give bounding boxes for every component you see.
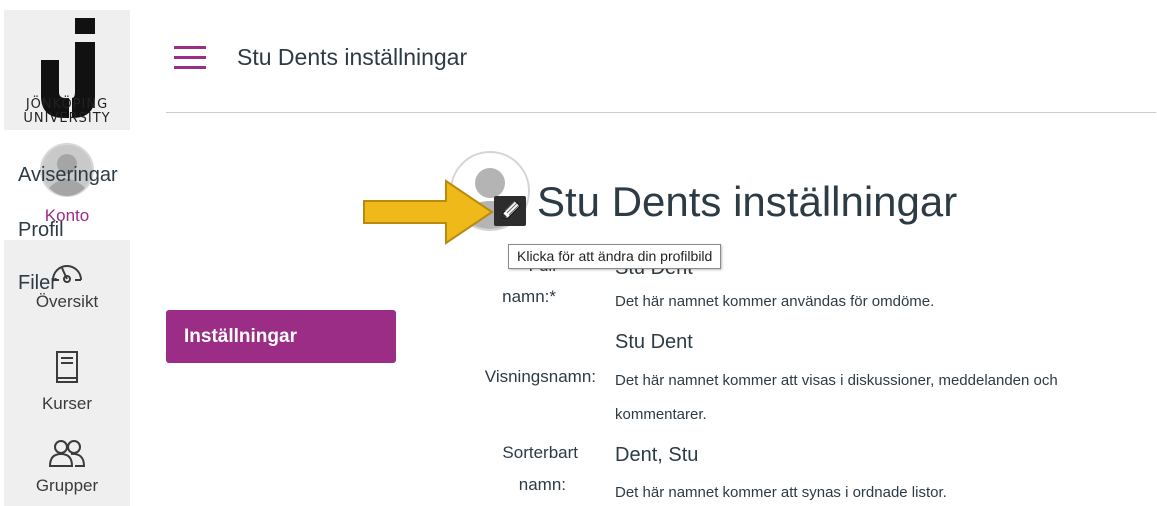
display-name-hint-line1: Det här namnet kommer att visas i diskus… bbox=[615, 372, 1058, 389]
global-nav-groups-label: Grupper bbox=[35, 476, 99, 495]
sortable-name-hint: Det här namnet kommer att synas i ordnad… bbox=[615, 484, 947, 501]
global-nav-courses-label: Kurser bbox=[41, 394, 93, 413]
edit-avatar-button[interactable] bbox=[494, 196, 526, 226]
logo-text-line1: JÖNKÖPING bbox=[25, 97, 109, 112]
global-nav-courses[interactable]: Kurser bbox=[4, 350, 130, 420]
university-logo[interactable]: JÖNKÖPING UNIVERSITY bbox=[4, 10, 130, 130]
breadcrumb-title: Stu Dents inställningar bbox=[237, 44, 468, 70]
sortable-name-label-line1: Sorterbart bbox=[502, 443, 578, 462]
section-nav-settings[interactable]: Inställningar bbox=[166, 310, 396, 363]
full-name-label-line2: namn:* bbox=[502, 287, 556, 306]
people-icon bbox=[48, 440, 86, 467]
header-divider bbox=[166, 112, 1156, 113]
display-name-label: Visningsnamn: bbox=[484, 367, 596, 386]
page-title: Stu Dents inställningar bbox=[537, 178, 958, 225]
global-nav-groups[interactable]: Grupper bbox=[4, 438, 130, 506]
hamburger-icon[interactable] bbox=[174, 46, 206, 70]
annotation-arrow-icon bbox=[363, 179, 494, 245]
pencil-icon bbox=[501, 200, 521, 219]
section-nav-profile[interactable]: Profil bbox=[18, 219, 64, 242]
sortable-name-value[interactable]: Dent, Stu bbox=[615, 444, 698, 467]
sortable-name-label-line2: namn: bbox=[518, 475, 566, 494]
section-nav-notifications[interactable]: Aviseringar bbox=[18, 164, 118, 187]
global-nav-dashboard-label: Översikt bbox=[35, 292, 99, 311]
full-name-hint: Det här namnet kommer användas för omdöm… bbox=[615, 293, 935, 310]
display-name-hint-line2: kommentarer. bbox=[615, 406, 707, 423]
book-icon bbox=[56, 351, 78, 383]
section-nav-files[interactable]: Filer bbox=[18, 272, 57, 295]
display-name-value[interactable]: Stu Dent bbox=[615, 331, 693, 354]
avatar-tooltip: Klicka för att ändra din profilbild bbox=[508, 244, 722, 269]
logo-text-line2: UNIVERSITY bbox=[23, 111, 111, 126]
